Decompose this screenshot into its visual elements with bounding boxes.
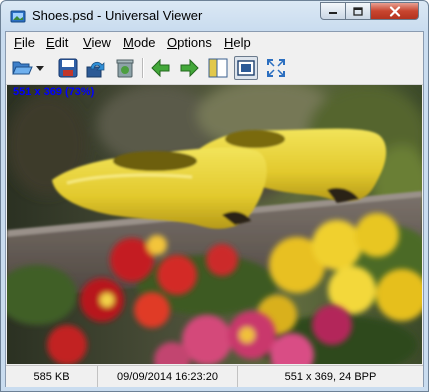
open-dropdown-button[interactable] [34,56,46,80]
title-bar[interactable]: Shoes.psd - Universal Viewer [1,1,428,31]
status-date: 09/09/2014 16:23:20 [98,366,238,387]
close-icon [389,5,400,17]
maximize-button[interactable] [346,2,371,20]
window-title: Shoes.psd - Universal Viewer [32,8,203,23]
application-window: Shoes.psd - Universal Viewer File Edit V… [0,0,429,392]
delete-button[interactable] [113,56,137,80]
recycle-bin-icon [116,59,134,78]
image-viewer[interactable]: 551 x 369 (73%) [7,85,422,364]
reload-icon [86,61,105,78]
arrow-right-icon [180,59,199,77]
menu-edit[interactable]: Edit [46,35,68,50]
chevron-down-icon [36,65,44,71]
fit-window-icon [237,60,255,76]
arrow-left-icon [151,59,170,77]
panel-button[interactable] [206,56,230,80]
status-image-info: 551 x 369, 24 BPP [284,370,377,383]
close-button[interactable] [371,2,419,20]
menu-file[interactable]: File [14,35,35,50]
client-area: File Edit View Mode Options Help 551 x 3… [5,31,424,387]
floppy-disk-icon [58,58,78,78]
menu-view[interactable]: View [83,35,111,50]
menu-help[interactable]: Help [224,35,251,50]
open-button[interactable] [10,56,34,80]
toolbar-separator [142,58,144,78]
next-button[interactable] [177,56,201,80]
minimize-icon [329,12,337,14]
fullscreen-button[interactable] [264,56,288,80]
app-icon [10,10,26,23]
folder-open-icon [12,61,33,75]
maximize-icon [353,6,363,16]
status-bar: 585 KB 09/09/2014 16:23:20 551 x 369, 24… [6,365,423,387]
previous-button[interactable] [149,56,173,80]
menu-bar: File Edit View Mode Options Help [6,32,423,52]
status-file-size: 585 KB [6,366,98,387]
save-button[interactable] [56,56,80,80]
minimize-button[interactable] [320,2,346,20]
toolbar [6,52,423,85]
shoes-photo [7,85,422,364]
image-dimension-label: 551 x 369 (73%) [13,86,95,98]
menu-options[interactable]: Options [167,35,212,50]
menu-mode[interactable]: Mode [123,35,156,50]
side-panel-icon [208,58,228,78]
reload-button[interactable] [84,56,108,80]
fit-window-button[interactable] [234,56,258,80]
fullscreen-icon [267,59,285,77]
